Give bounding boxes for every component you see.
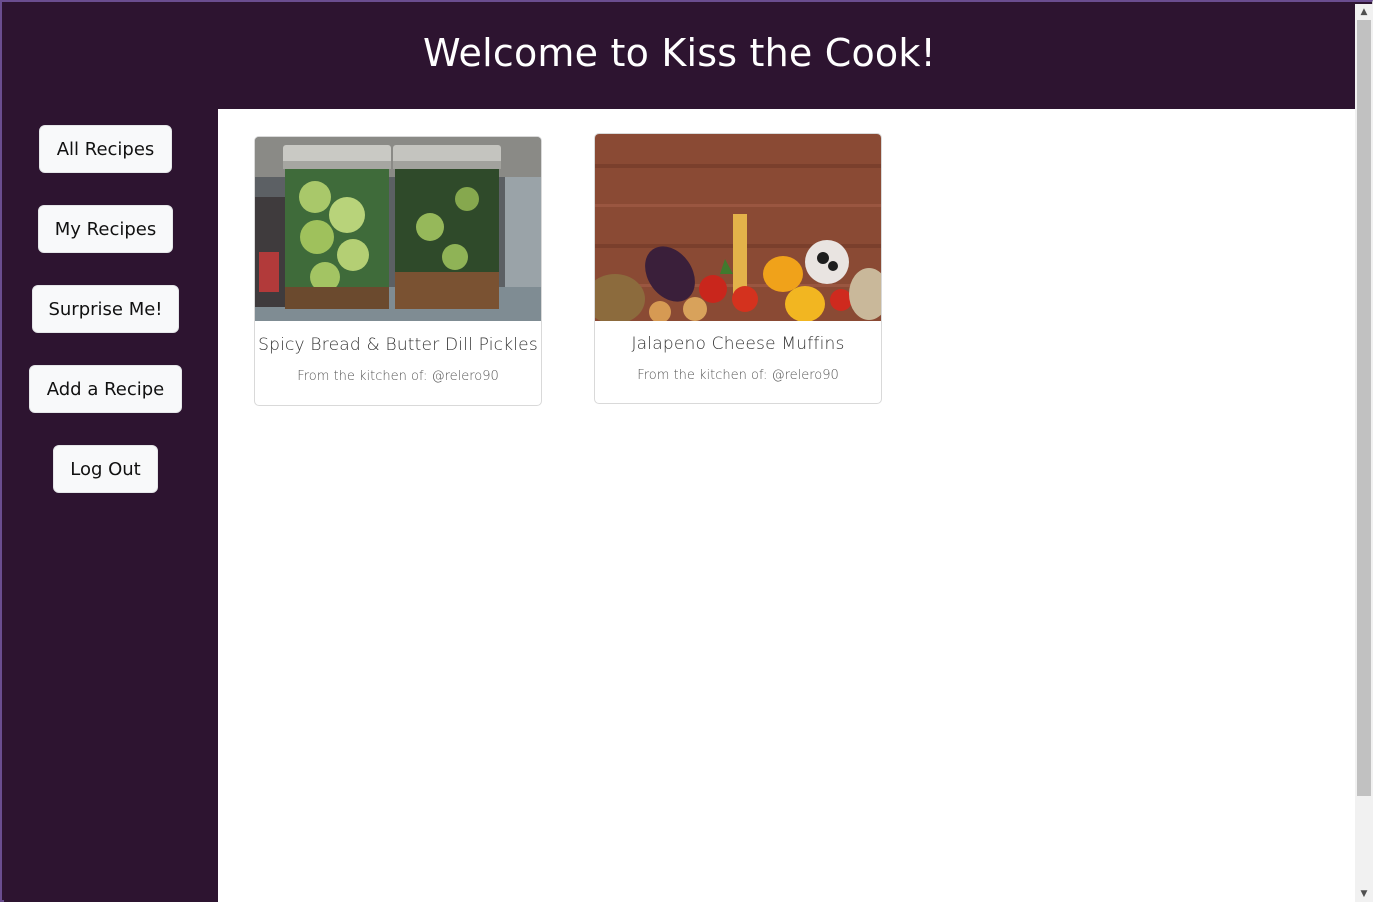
recipe-title: Jalapeno Cheese Muffins — [631, 334, 845, 354]
scroll-down-icon[interactable]: ▼ — [1355, 886, 1373, 902]
my-recipes-button[interactable]: My Recipes — [38, 205, 173, 253]
recipe-image-pickles — [255, 137, 541, 321]
recipe-card[interactable]: Spicy Bread & Butter Dill Pickles From t… — [254, 136, 542, 406]
scroll-up-icon[interactable]: ▲ — [1355, 4, 1373, 20]
recipe-image-vegetables — [595, 134, 881, 321]
recipe-author: From the kitchen of: @relero90 — [297, 369, 499, 384]
all-recipes-button[interactable]: All Recipes — [39, 125, 172, 173]
recipe-title: Spicy Bread & Butter Dill Pickles — [258, 335, 538, 355]
scroll-thumb[interactable] — [1357, 20, 1371, 796]
page-header: Welcome to Kiss the Cook! — [4, 4, 1355, 109]
recipe-author: From the kitchen of: @relero90 — [637, 368, 839, 383]
surprise-me-button[interactable]: Surprise Me! — [32, 285, 179, 333]
page-title: Welcome to Kiss the Cook! — [423, 30, 936, 75]
log-out-button[interactable]: Log Out — [53, 445, 158, 493]
add-recipe-button[interactable]: Add a Recipe — [29, 365, 182, 413]
vertical-scrollbar[interactable]: ▲ ▼ — [1355, 4, 1373, 902]
recipe-card[interactable]: Jalapeno Cheese Muffins From the kitchen… — [594, 133, 882, 404]
browser-window: Welcome to Kiss the Cook! All Recipes My… — [0, 0, 1373, 902]
recipe-grid: Spicy Bread & Butter Dill Pickles From t… — [218, 109, 1355, 902]
sidebar-nav: All Recipes My Recipes Surprise Me! Add … — [4, 109, 218, 902]
